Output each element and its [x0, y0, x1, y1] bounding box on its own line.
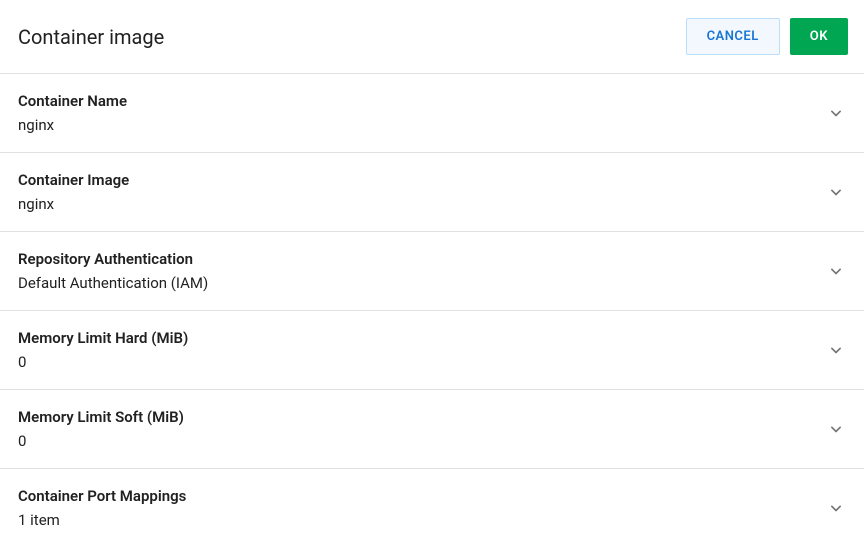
chevron-down-icon	[826, 261, 846, 281]
row-content: Memory Limit Soft (MiB) 0	[18, 408, 184, 450]
row-container-image[interactable]: Container Image nginx	[0, 153, 864, 232]
row-value: 1 item	[18, 511, 186, 529]
row-label: Container Image	[18, 171, 129, 189]
row-content: Memory Limit Hard (MiB) 0	[18, 329, 188, 371]
row-label: Container Port Mappings	[18, 487, 186, 505]
row-content: Repository Authentication Default Authen…	[18, 250, 208, 292]
row-content: Container Image nginx	[18, 171, 129, 213]
row-container-name[interactable]: Container Name nginx	[0, 74, 864, 153]
row-value: Default Authentication (IAM)	[18, 274, 208, 292]
ok-button[interactable]: OK	[790, 18, 848, 55]
dialog-header: Container image CANCEL OK	[0, 0, 864, 73]
row-label: Memory Limit Soft (MiB)	[18, 408, 184, 426]
chevron-down-icon	[826, 340, 846, 360]
row-label: Memory Limit Hard (MiB)	[18, 329, 188, 347]
chevron-down-icon	[826, 498, 846, 518]
row-content: Container Name nginx	[18, 92, 127, 134]
cancel-button[interactable]: CANCEL	[686, 18, 780, 55]
row-value: 0	[18, 432, 184, 450]
row-repository-authentication[interactable]: Repository Authentication Default Authen…	[0, 232, 864, 311]
row-value: nginx	[18, 116, 127, 134]
chevron-down-icon	[826, 103, 846, 123]
row-label: Container Name	[18, 92, 127, 110]
dialog-actions: CANCEL OK	[686, 18, 848, 55]
row-label: Repository Authentication	[18, 250, 208, 268]
row-value: nginx	[18, 195, 129, 213]
row-container-port-mappings[interactable]: Container Port Mappings 1 item	[0, 469, 864, 547]
settings-list: Container Name nginx Container Image ngi…	[0, 73, 864, 547]
row-value: 0	[18, 353, 188, 371]
dialog-title: Container image	[18, 25, 164, 49]
row-memory-limit-soft[interactable]: Memory Limit Soft (MiB) 0	[0, 390, 864, 469]
row-content: Container Port Mappings 1 item	[18, 487, 186, 529]
chevron-down-icon	[826, 182, 846, 202]
chevron-down-icon	[826, 419, 846, 439]
row-memory-limit-hard[interactable]: Memory Limit Hard (MiB) 0	[0, 311, 864, 390]
